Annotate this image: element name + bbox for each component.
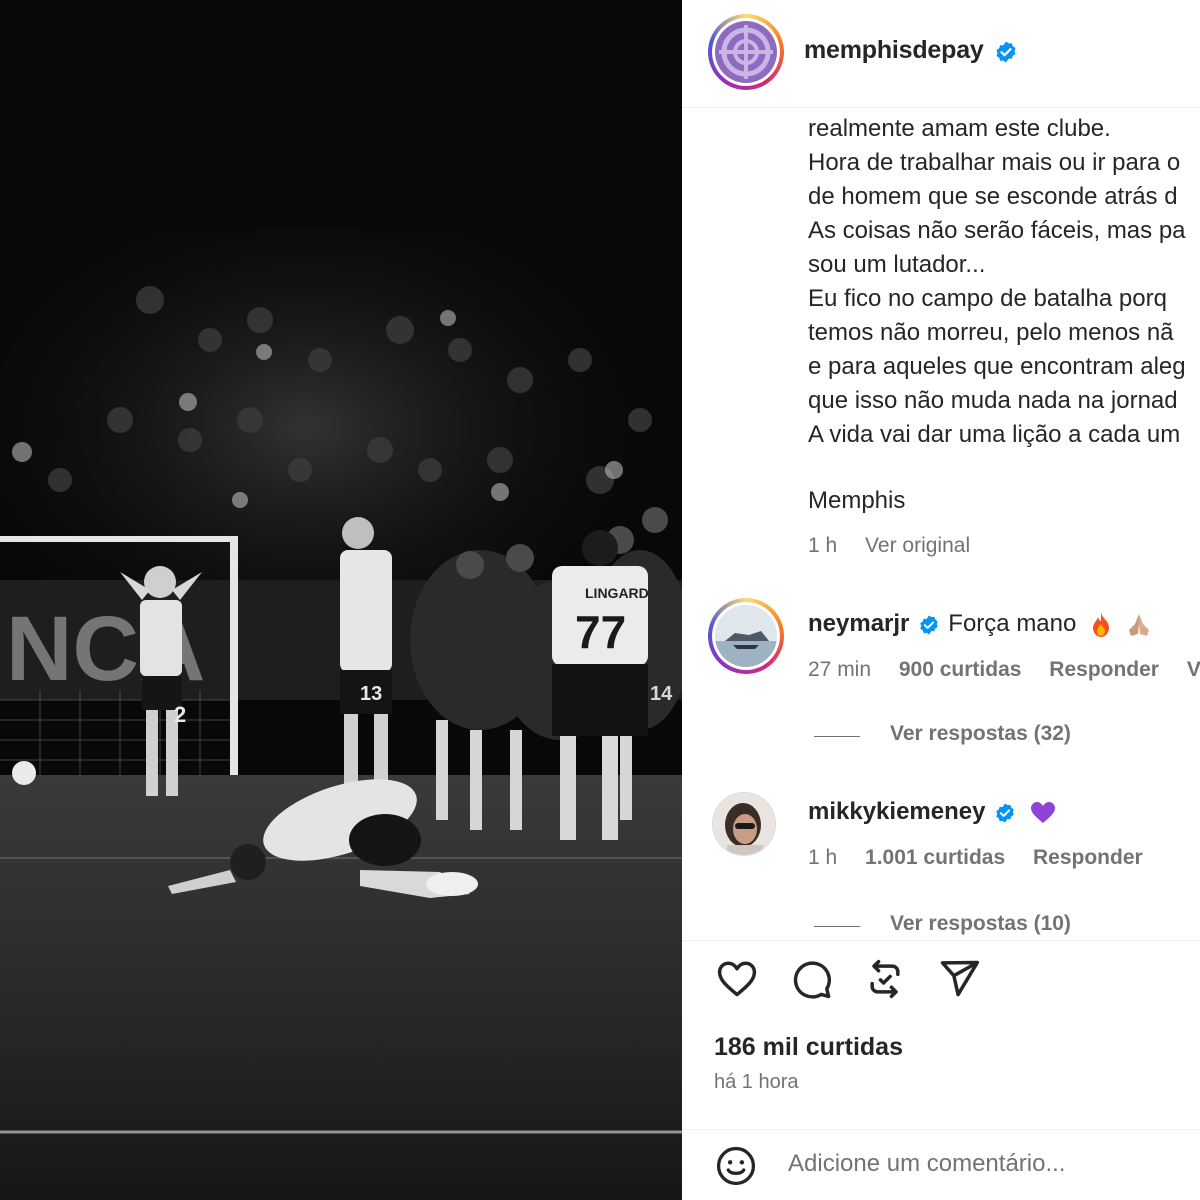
see-translation-link[interactable]: Ve [1187,658,1200,681]
mikkykiemeney-avatar-icon [713,793,775,855]
verified-badge-icon [920,615,938,635]
repost-icon[interactable] [862,957,908,1001]
comment-text: Força mano [948,610,1077,637]
caption-time: 1 h [808,534,838,557]
view-replies-button[interactable]: Ver respostas (32) [890,722,1071,746]
replies-divider [814,736,860,737]
comment-likes[interactable]: 1.001 curtidas [865,846,1005,869]
share-send-icon[interactable] [936,957,982,1001]
comment-row-mikkykiemeney: mikkykiemeney [808,798,1056,826]
caption-signature: Memphis [808,487,906,514]
comment-time: 1 h [808,846,838,869]
replies-divider [814,926,860,927]
jersey-number-14: 14 [650,683,673,705]
memphis-logo-icon [715,21,777,83]
like-heart-icon[interactable] [714,957,760,1001]
neymarjr-avatar-icon [715,605,777,667]
post-photo[interactable]: NCA 2 13 LINGARD 77 14 [0,0,682,1200]
caption-line: que isso não muda nada na jornad [808,387,1178,414]
caption-line: As coisas não serão fáceis, mas pa [808,217,1186,244]
verified-badge-icon [996,803,1014,823]
author-username[interactable]: memphisdepay [804,36,984,64]
post-caption: realmente amam este clube. Hora de traba… [808,112,1200,518]
comment-icon[interactable] [788,957,834,1001]
jersey-number-2: 2 [174,702,186,727]
comment-avatar-neymarjr[interactable] [708,598,784,674]
comment-meta-neymarjr: 27 min 900 curtidas Responder Ve [808,658,1200,682]
comment-likes[interactable]: 900 curtidas [899,658,1022,681]
reply-button[interactable]: Responder [1049,658,1159,681]
add-comment-bar: Adicione um comentário... [682,1129,1200,1200]
fire-emoji-icon [1092,612,1109,637]
comment-row-neymarjr: neymarjr Força mano [808,610,1153,638]
reply-button[interactable]: Responder [1033,846,1143,869]
comment-avatar-mikkykiemeney[interactable] [712,792,776,856]
purple-heart-emoji-icon [1031,801,1056,823]
likes-count[interactable]: 186 mil curtidas [714,1033,903,1062]
caption-line: A vida vai dar uma lição a cada um [808,421,1181,448]
caption-line: temos não morreu, pelo menos nã [808,319,1174,346]
see-original-link[interactable]: Ver original [865,534,970,557]
comments-scroll-area[interactable]: realmente amam este clube. Hora de traba… [682,108,1200,940]
comment-username[interactable]: mikkykiemeney [808,798,985,825]
caption-meta: 1 h Ver original [808,534,992,558]
caption-line: realmente amam este clube. [808,115,1111,142]
jersey-number-77: 77 [575,606,626,658]
view-replies-button[interactable]: Ver respostas (10) [890,912,1071,936]
add-comment-input[interactable]: Adicione um comentário... [788,1150,1065,1178]
caption-line: sou um lutador... [808,251,986,278]
post-header: memphisdepay [682,0,1200,108]
comment-time: 27 min [808,658,872,681]
post-side-panel: memphisdepay realmente amam este clube. … [682,0,1200,1200]
praying-hands-emoji-icon [1129,613,1150,636]
jersey-name: LINGARD [585,585,649,601]
comment-meta-mikkykiemeney: 1 h 1.001 curtidas Responder [808,846,1165,870]
caption-line: Hora de trabalhar mais ou ir para o [808,149,1181,176]
verified-badge-icon [996,41,1016,63]
comment-username[interactable]: neymarjr [808,610,909,637]
caption-line: de homem que se esconde atrás d [808,183,1178,210]
emoji-picker-icon[interactable] [714,1144,758,1188]
post-timestamp[interactable]: há 1 hora [714,1071,799,1094]
jersey-number-13: 13 [360,683,382,705]
caption-line: e para aqueles que encontram aleg [808,353,1186,380]
caption-line: Eu fico no campo de batalha porq [808,285,1167,312]
post-actions: 186 mil curtidas há 1 hora Adicione um c… [682,940,1200,1200]
author-avatar[interactable] [708,14,784,90]
